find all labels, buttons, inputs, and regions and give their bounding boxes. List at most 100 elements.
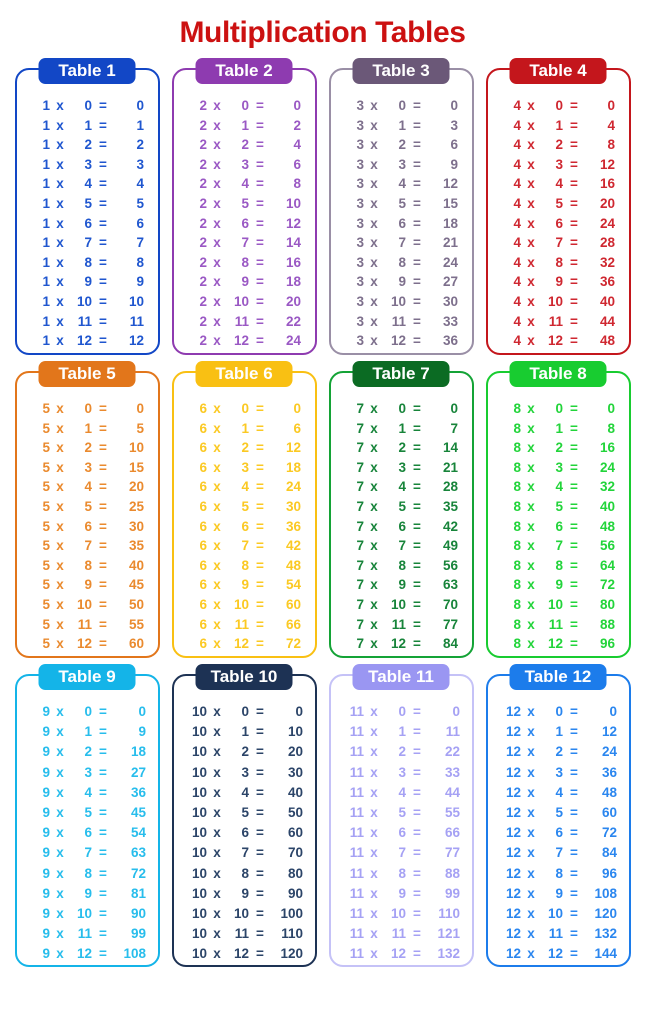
equation-multiplier: 6 xyxy=(241,518,249,534)
table-card: Table 12 12 x 0 = 0 12 x 1 = 12 12 x 2 = 24 12 x 3 = 36 12 x 4 =… xyxy=(485,664,631,967)
equals-icon: = xyxy=(99,176,107,192)
equation-product: 81 xyxy=(130,885,146,901)
multiply-icon: x xyxy=(213,784,221,800)
equation-product: 0 xyxy=(136,401,144,416)
equation-factor: 3 xyxy=(356,215,364,231)
multiply-icon: x xyxy=(213,946,221,962)
table-card-title: Table 11 xyxy=(352,664,450,690)
equation-list: 6 x 0 = 0 6 x 1 = 6 6 x 2 = 12 6 x 3 = 18 6 x 4 = 24 6 x 5 = 30 6 x 6 = 36… xyxy=(180,395,309,654)
equation-factor: 10 xyxy=(191,885,207,901)
equation-factor: 9 xyxy=(42,805,50,821)
equals-icon: = xyxy=(99,401,107,416)
equals-icon: = xyxy=(413,744,421,760)
equation-product: 5 xyxy=(136,195,144,211)
multiply-icon: x xyxy=(370,616,378,632)
equation-row: 9 x 6 = 54 xyxy=(28,823,146,843)
equation-row: 4 x 8 = 32 xyxy=(501,253,615,273)
equation-product: 28 xyxy=(442,479,458,495)
multiply-icon: x xyxy=(213,518,221,534)
equation-multiplier: 9 xyxy=(398,274,406,290)
multiply-icon: x xyxy=(213,420,221,436)
equation-row: 2 x 12 = 24 xyxy=(187,331,301,351)
equation-row: 12 x 5 = 60 xyxy=(499,803,617,823)
equals-icon: = xyxy=(256,117,264,133)
equation-factor: 12 xyxy=(505,926,521,942)
equation-multiplier: 11 xyxy=(234,313,249,329)
equals-icon: = xyxy=(570,946,578,962)
equation-product: 99 xyxy=(130,926,146,942)
equation-multiplier: 1 xyxy=(84,420,92,436)
equation-row: 12 x 3 = 36 xyxy=(499,763,617,783)
equation-multiplier: 5 xyxy=(241,195,249,211)
equation-multiplier: 5 xyxy=(398,498,406,514)
equals-icon: = xyxy=(256,764,264,780)
equals-icon: = xyxy=(570,744,578,760)
equation-product: 10 xyxy=(128,440,144,456)
equals-icon: = xyxy=(570,885,578,901)
equals-icon: = xyxy=(99,293,107,309)
equals-icon: = xyxy=(413,479,421,495)
equation-multiplier: 3 xyxy=(555,459,563,475)
equation-factor: 8 xyxy=(513,636,521,652)
equals-icon: = xyxy=(413,440,421,456)
equation-factor: 3 xyxy=(356,117,364,133)
equation-row: 3 x 9 = 27 xyxy=(344,272,458,292)
multiply-icon: x xyxy=(527,333,535,349)
equation-multiplier: 1 xyxy=(241,117,249,133)
equation-product: 36 xyxy=(599,274,615,290)
multiply-icon: x xyxy=(527,313,535,329)
equation-multiplier: 2 xyxy=(398,440,406,456)
equals-icon: = xyxy=(413,274,421,290)
equation-row: 5 x 12 = 60 xyxy=(30,634,144,654)
equation-row: 12 x 11 = 132 xyxy=(499,924,617,944)
equation-product: 30 xyxy=(442,293,458,309)
multiply-icon: x xyxy=(527,195,535,211)
equals-icon: = xyxy=(570,401,578,416)
equals-icon: = xyxy=(413,946,421,962)
equation-factor: 12 xyxy=(505,704,521,719)
equation-row: 7 x 9 = 63 xyxy=(344,575,458,595)
equation-product: 25 xyxy=(128,498,144,514)
multiply-icon: x xyxy=(213,274,221,290)
equals-icon: = xyxy=(413,401,421,416)
equation-factor: 11 xyxy=(349,845,364,861)
equation-multiplier: 8 xyxy=(398,254,406,270)
equals-icon: = xyxy=(413,176,421,192)
equation-multiplier: 6 xyxy=(84,825,92,841)
equals-icon: = xyxy=(99,459,107,475)
equation-factor: 12 xyxy=(505,825,521,841)
equation-factor: 9 xyxy=(42,764,50,780)
equation-factor: 12 xyxy=(505,946,521,962)
multiply-icon: x xyxy=(213,440,221,456)
equation-multiplier: 8 xyxy=(398,865,406,881)
equals-icon: = xyxy=(413,215,421,231)
equation-factor: 2 xyxy=(199,274,207,290)
multiply-icon: x xyxy=(213,333,221,349)
equation-row: 8 x 2 = 16 xyxy=(501,438,615,458)
multiply-icon: x xyxy=(527,538,535,554)
equation-multiplier: 11 xyxy=(548,926,563,942)
equation-row: 5 x 1 = 5 xyxy=(30,419,144,439)
equation-row: 6 x 11 = 66 xyxy=(187,615,301,635)
equation-factor: 5 xyxy=(42,518,50,534)
equation-multiplier: 6 xyxy=(555,825,563,841)
equals-icon: = xyxy=(256,293,264,309)
equation-product: 63 xyxy=(130,845,146,861)
equals-icon: = xyxy=(570,764,578,780)
equation-multiplier: 2 xyxy=(555,744,563,760)
tables-grid-row-2: Table 5 5 x 0 = 0 5 x 1 = 5 5 x 2 = 10 5 x 3 = 15 5 x 4 = 20 5 x 5 = 2… xyxy=(0,355,645,658)
equation-multiplier: 0 xyxy=(241,401,249,416)
equation-multiplier: 7 xyxy=(84,235,92,251)
equation-factor: 7 xyxy=(356,557,364,573)
multiply-icon: x xyxy=(370,825,378,841)
equation-factor: 7 xyxy=(356,518,364,534)
equation-factor: 8 xyxy=(513,596,521,612)
equals-icon: = xyxy=(570,518,578,534)
equals-icon: = xyxy=(413,137,421,153)
equation-product: 20 xyxy=(128,479,144,495)
equation-list: 7 x 0 = 0 7 x 1 = 7 7 x 2 = 14 7 x 3 = 21 7 x 4 = 28 7 x 5 = 35 7 x 6 = 42… xyxy=(337,395,466,654)
equation-product: 21 xyxy=(442,235,458,251)
equation-product: 48 xyxy=(599,333,615,349)
equation-row: 6 x 1 = 6 xyxy=(187,419,301,439)
multiply-icon: x xyxy=(370,420,378,436)
